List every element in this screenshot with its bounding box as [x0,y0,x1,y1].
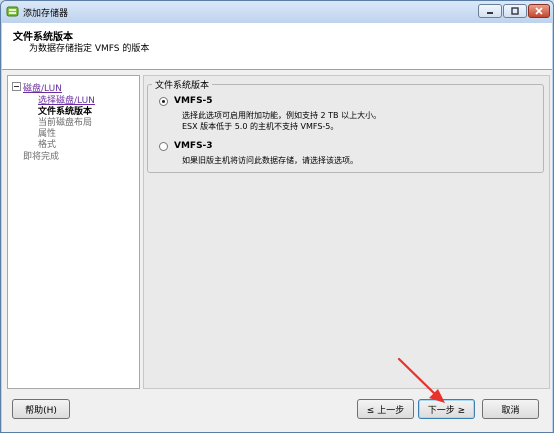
back-button[interactable]: ≤ 上一步 [357,399,414,419]
next-button-label: 下一步 ≥ [427,405,466,416]
cancel-button-label: 取消 [501,405,520,416]
nav-item-ready: 即将完成 [23,152,60,162]
next-button[interactable]: 下一步 ≥ [418,399,475,419]
wizard-body: 磁盘/LUN 选择磁盘/LUN 文件系统版本 当前磁盘布局 属性 格式 即将完成… [2,70,552,392]
vmfs5-desc-1: 选择此选项可启用附加功能，例如支持 2 TB 以上大小。 [182,111,382,120]
vmfs3-desc: 如果旧版主机将访问此数据存储，请选择该选项。 [182,156,358,165]
content-pane: 文件系统版本 VMFS-5 选择此选项可启用附加功能，例如支持 2 TB 以上大… [143,75,550,389]
help-button[interactable]: 帮助(H) [12,399,70,419]
close-button[interactable] [528,4,550,18]
vmfs5-label[interactable]: VMFS-5 [174,96,213,106]
wizard-header: 文件系统版本 为数据存储指定 VMFS 的版本 [2,23,552,70]
maximize-icon [504,5,526,17]
back-button-label: ≤ 上一步 [366,405,405,416]
collapse-icon[interactable] [12,82,21,91]
vmfs5-desc-2: ESX 版本低于 5.0 的主机不支持 VMFS-5。 [182,122,339,131]
storage-icon [6,6,19,17]
vmfs3-label[interactable]: VMFS-3 [174,141,213,151]
fs-version-group: 文件系统版本 VMFS-5 选择此选项可启用附加功能，例如支持 2 TB 以上大… [147,78,544,173]
add-storage-window: 添加存储器 文件系统版本 为数据存储指定 VMFS 的版本 磁盘/LUN 选择磁… [0,0,554,433]
minimize-button[interactable] [478,4,502,18]
cancel-button[interactable]: 取消 [482,399,539,419]
page-subtitle: 为数据存储指定 VMFS 的版本 [29,44,150,54]
help-button-label: 帮助(H) [25,405,57,416]
group-title: 文件系统版本 [152,78,213,91]
vmfs5-radio[interactable] [159,97,168,106]
title-bar: 添加存储器 [1,1,553,23]
minimize-icon [479,5,501,17]
window-title: 添加存储器 [23,9,69,19]
wizard-steps-nav: 磁盘/LUN 选择磁盘/LUN 文件系统版本 当前磁盘布局 属性 格式 即将完成 [7,75,140,389]
wizard-footer: 帮助(H) ≤ 上一步 下一步 ≥ 取消 [2,392,552,432]
close-icon [529,5,549,17]
maximize-button[interactable] [503,4,527,18]
vmfs3-radio[interactable] [159,142,168,151]
